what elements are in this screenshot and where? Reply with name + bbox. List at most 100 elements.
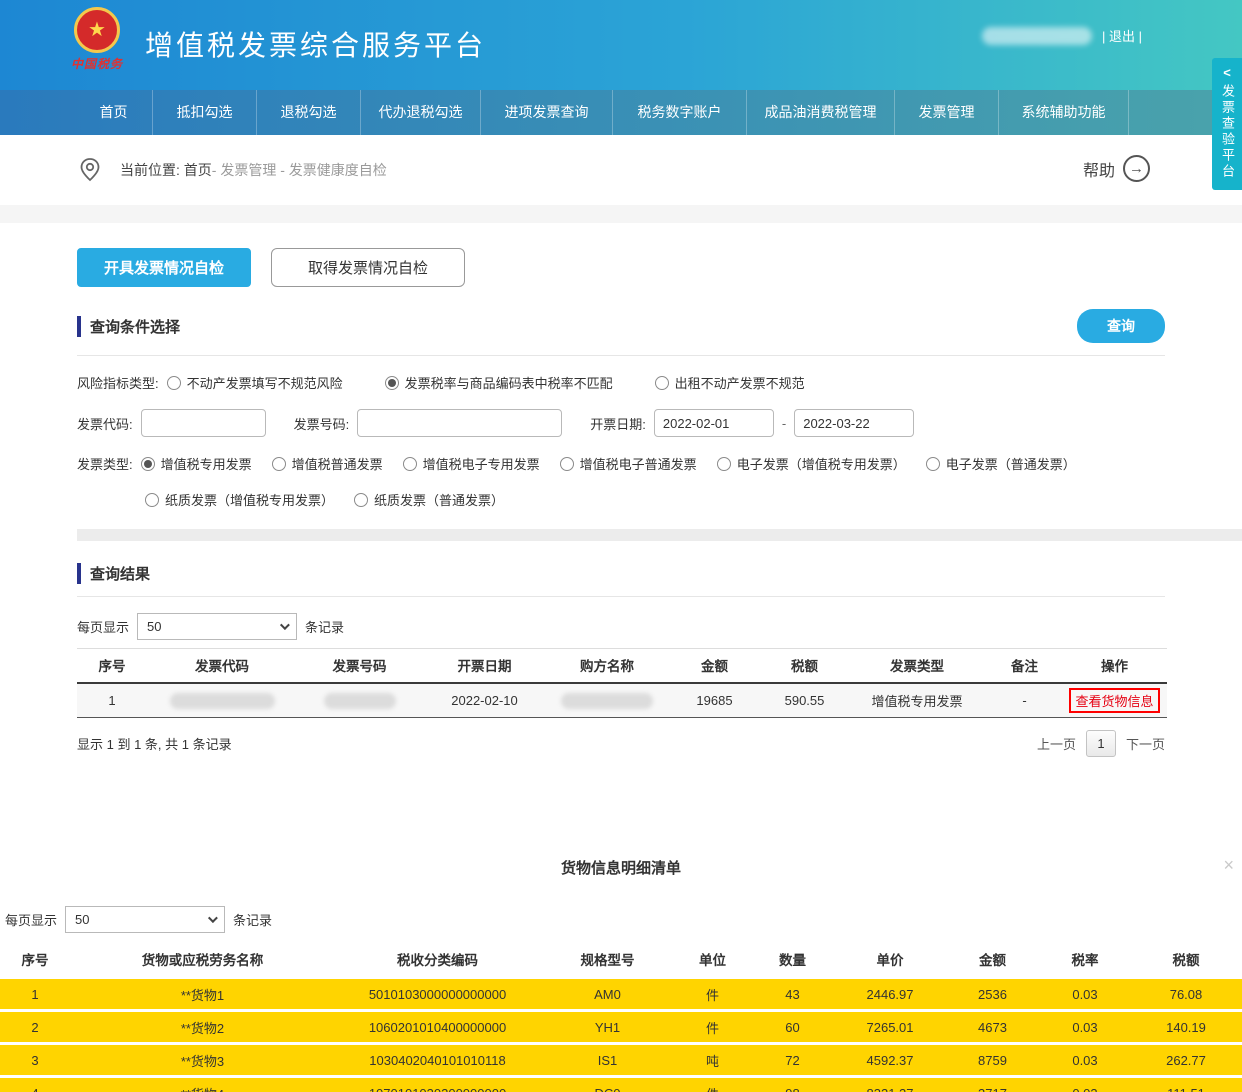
results-page-size-select[interactable]: 50 — [137, 613, 297, 640]
radio-label: 增值税专用发票 — [161, 454, 252, 473]
nav-item-tax-digital-account[interactable]: 税务数字账户 — [613, 90, 747, 135]
radio-risk-realestate-fill[interactable]: 不动产发票填写不规范风险 — [167, 373, 343, 392]
radio-label: 增值税电子普通发票 — [580, 454, 697, 473]
cell: 3 — [0, 1045, 70, 1075]
radio-type-special[interactable]: 增值税专用发票 — [141, 454, 252, 473]
page-size-prefix: 每页显示 — [77, 617, 129, 636]
query-conditions-title: 查询条件选择 — [77, 316, 180, 337]
radio-risk-rental[interactable]: 出租不动产发票不规范 — [655, 373, 805, 392]
modal-page-size-select[interactable]: 50 — [65, 906, 225, 933]
help-button[interactable]: 帮助 → — [1083, 155, 1150, 182]
radio-icon[interactable] — [655, 376, 669, 390]
results-summary: 显示 1 到 1 条, 共 1 条记录 — [77, 734, 232, 753]
invoice-type-row-2: 纸质发票（增值税专用发票） 纸质发票（普通发票） — [145, 490, 1165, 509]
chevron-down-icon — [280, 620, 290, 630]
radio-icon[interactable] — [403, 457, 417, 471]
radio-icon[interactable] — [272, 457, 286, 471]
cell-buyer — [547, 683, 667, 718]
cell: AM0 — [540, 979, 675, 1009]
radio-type-e-general[interactable]: 增值税电子普通发票 — [560, 454, 697, 473]
arrow-right-circle-icon: → — [1123, 155, 1150, 182]
goods-detail-modal: 货物信息明细清单 × 每页显示 50 条记录 序号 货物或应税劳务名称 税收分类… — [0, 857, 1242, 1092]
nav-item-deduction-check[interactable]: 抵扣勾选 — [153, 90, 257, 135]
date-from-input[interactable] — [654, 409, 774, 437]
cell: **货物2 — [70, 1012, 335, 1042]
cell-invoice-number — [297, 683, 422, 718]
radio-type-paper-special[interactable]: 纸质发票（增值税专用发票） — [145, 490, 334, 509]
cell: 3717 — [945, 1078, 1040, 1092]
nav-item-invoice-management[interactable]: 发票管理 — [895, 90, 999, 135]
radio-icon[interactable] — [167, 376, 181, 390]
logout-link[interactable]: | 退出 | — [1102, 26, 1142, 45]
cell-type: 增值税专用发票 — [847, 683, 987, 718]
radio-label: 电子发票（普通发票） — [946, 454, 1076, 473]
page-number-button[interactable]: 1 — [1086, 730, 1116, 757]
nav-spacer — [0, 90, 75, 135]
cell: 111.51 — [1130, 1078, 1242, 1092]
cell: **货物1 — [70, 979, 335, 1009]
radio-icon[interactable] — [354, 493, 368, 507]
nav-item-refined-oil-tax[interactable]: 成品油消费税管理 — [747, 90, 895, 135]
col-type: 发票类型 — [847, 649, 987, 683]
table-row: 4 **货物4 1070101030200000000 DC0 件 98 832… — [0, 1078, 1242, 1092]
nav-item-agent-refund-check[interactable]: 代办退税勾选 — [361, 90, 481, 135]
cell: 1070101030200000000 — [335, 1078, 540, 1092]
results-table: 序号 发票代码 发票号码 开票日期 购方名称 金额 税额 发票类型 备注 操作 … — [77, 648, 1167, 718]
next-page-button[interactable]: 下一页 — [1126, 734, 1165, 753]
radio-type-e-special[interactable]: 增值税电子专用发票 — [403, 454, 540, 473]
cell: 262.77 — [1130, 1045, 1242, 1075]
cell: 4592.37 — [835, 1045, 945, 1075]
nav-item-home[interactable]: 首页 — [75, 90, 153, 135]
page-title: 增值税发票综合服务平台 — [145, 24, 486, 64]
radio-icon[interactable] — [926, 457, 940, 471]
col-invoice-code: 发票代码 — [147, 649, 297, 683]
main-content: 开具发票情况自检 取得发票情况自检 查询条件选择 查询 风险指标类型: 不动产发… — [0, 223, 1242, 757]
invoice-number-input[interactable] — [357, 409, 562, 437]
results-page-size-row: 每页显示 50 条记录 — [77, 613, 1165, 640]
cell: 1060201010400000000 — [335, 1012, 540, 1042]
radio-icon[interactable] — [385, 376, 399, 390]
radio-icon[interactable] — [141, 457, 155, 471]
radio-type-general[interactable]: 增值税普通发票 — [272, 454, 383, 473]
goods-table: 序号 货物或应税劳务名称 税收分类编码 规格型号 单位 数量 单价 金额 税率 … — [0, 939, 1242, 1092]
tax-logo: ★ 中国税务 — [68, 7, 126, 72]
radio-type-einvoice-general[interactable]: 电子发票（普通发票） — [926, 454, 1076, 473]
nav-item-system-aux[interactable]: 系统辅助功能 — [999, 90, 1129, 135]
date-to-input[interactable] — [794, 409, 914, 437]
cell-amount: 19685 — [667, 683, 762, 718]
radio-type-einvoice-special[interactable]: 电子发票（增值税专用发票） — [717, 454, 906, 473]
cell: YH1 — [540, 1012, 675, 1042]
radio-label: 发票税率与商品编码表中税率不匹配 — [405, 373, 613, 392]
nav-item-input-invoice-query[interactable]: 进项发票查询 — [481, 90, 613, 135]
col-goods-name: 货物或应税劳务名称 — [70, 942, 335, 976]
tab-issued-invoice-check[interactable]: 开具发票情况自检 — [77, 248, 251, 287]
cell: 4673 — [945, 1012, 1040, 1042]
col-amount: 金额 — [945, 942, 1040, 976]
radio-type-paper-general[interactable]: 纸质发票（普通发票） — [354, 490, 504, 509]
invoice-verify-side-tab[interactable]: < 发票查验平台 — [1212, 58, 1242, 190]
cell: 1030402040101010118 — [335, 1045, 540, 1075]
cell-tax: 590.55 — [762, 683, 847, 718]
nav-item-tax-refund-check[interactable]: 退税勾选 — [257, 90, 361, 135]
risk-type-row: 风险指标类型: 不动产发票填写不规范风险 发票税率与商品编码表中税率不匹配 出租… — [77, 373, 1165, 392]
radio-risk-rate-mismatch[interactable]: 发票税率与商品编码表中税率不匹配 — [385, 373, 613, 392]
invoice-code-input[interactable] — [141, 409, 266, 437]
view-goods-info-link[interactable]: 查看货物信息 — [1069, 688, 1159, 713]
close-icon[interactable]: × — [1223, 855, 1234, 876]
col-seq: 序号 — [0, 942, 70, 976]
cell: 2536 — [945, 979, 1040, 1009]
cell: **货物3 — [70, 1045, 335, 1075]
national-emblem-icon: ★ — [74, 7, 120, 53]
col-remark: 备注 — [987, 649, 1062, 683]
query-button[interactable]: 查询 — [1077, 309, 1165, 343]
cell: 98 — [750, 1078, 835, 1092]
tab-received-invoice-check[interactable]: 取得发票情况自检 — [271, 248, 465, 287]
cell-action: 查看货物信息 — [1062, 683, 1167, 718]
radio-label: 不动产发票填写不规范风险 — [187, 373, 343, 392]
prev-page-button[interactable]: 上一页 — [1037, 734, 1076, 753]
invoice-code-label: 发票代码: — [77, 414, 133, 433]
radio-icon[interactable] — [560, 457, 574, 471]
radio-icon[interactable] — [145, 493, 159, 507]
cell: 吨 — [675, 1045, 750, 1075]
radio-icon[interactable] — [717, 457, 731, 471]
